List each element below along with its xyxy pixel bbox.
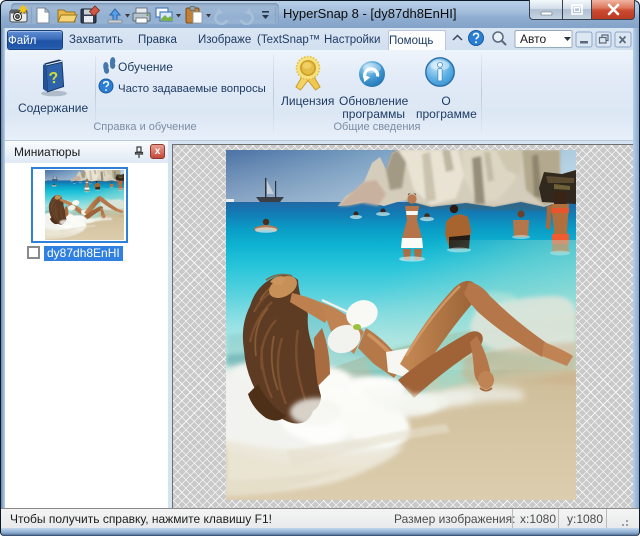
svg-text:Авто: Авто xyxy=(520,32,546,46)
